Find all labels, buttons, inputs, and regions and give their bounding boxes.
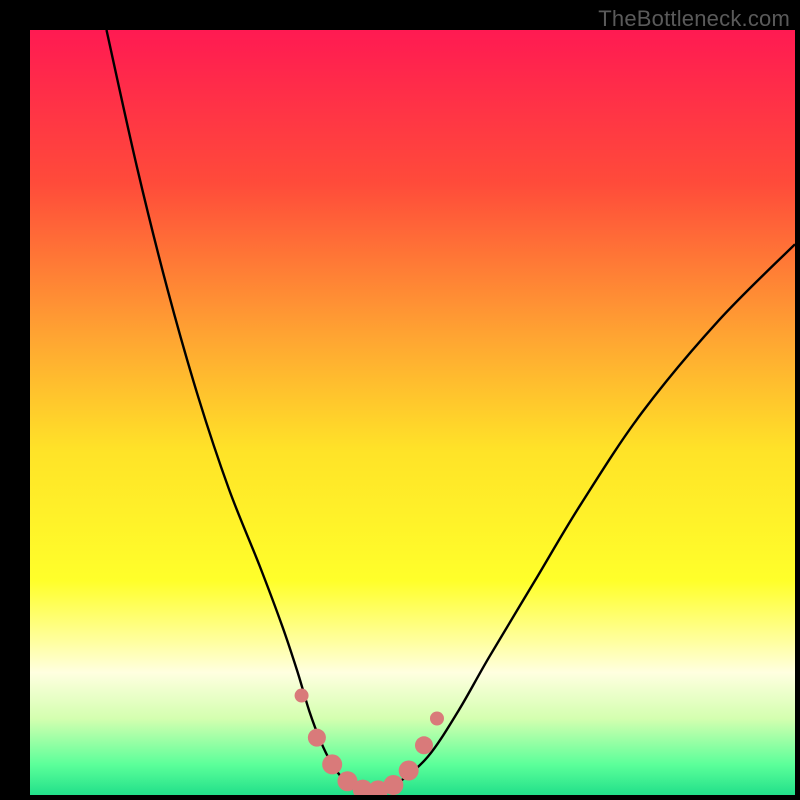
highlight-marker <box>415 736 433 754</box>
highlight-marker <box>399 761 419 781</box>
chart-background-gradient <box>30 30 795 795</box>
highlight-marker <box>322 754 342 774</box>
attribution-text: TheBottleneck.com <box>598 6 790 32</box>
chart-container <box>30 30 795 795</box>
highlight-marker <box>430 712 444 726</box>
bottleneck-chart <box>30 30 795 795</box>
highlight-marker <box>383 775 403 795</box>
highlight-marker <box>308 729 326 747</box>
highlight-marker <box>295 689 309 703</box>
